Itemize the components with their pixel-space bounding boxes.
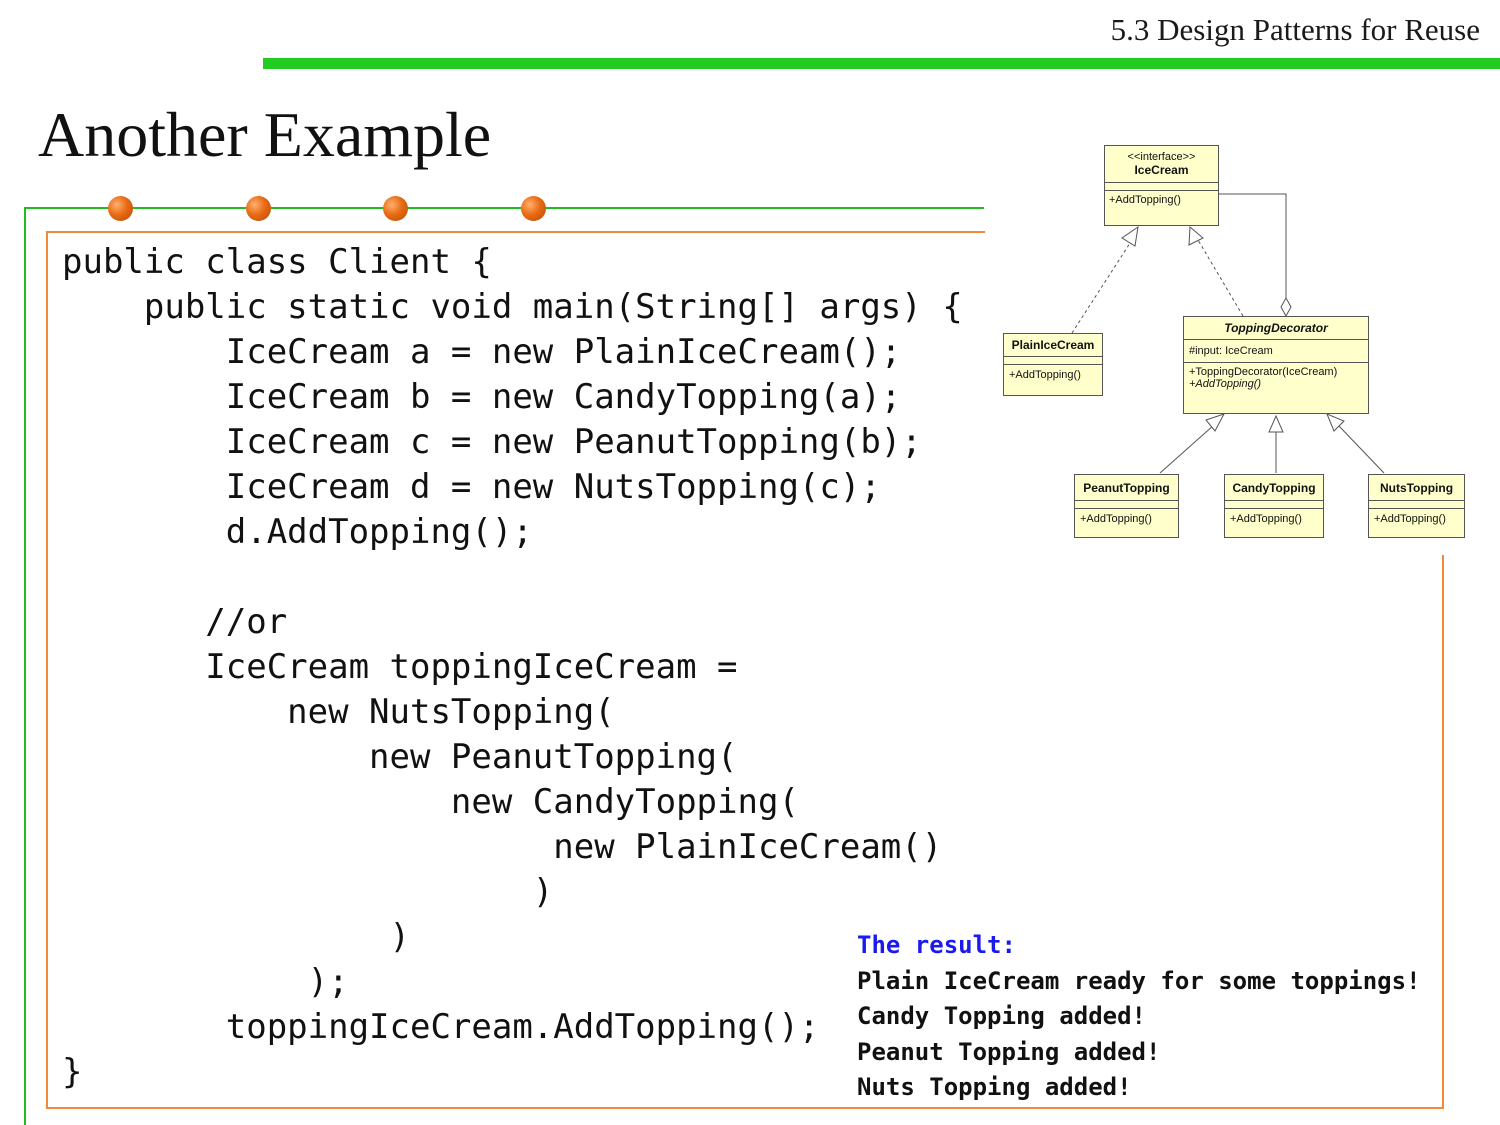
code-line: IceCream toppingIceCream =: [62, 647, 738, 687]
uml-attr-section: [1105, 182, 1218, 190]
result-output: The result: Plain IceCream ready for som…: [857, 928, 1421, 1106]
uml-attribute: #input: IceCream: [1184, 339, 1368, 362]
uml-attr-section: [1004, 356, 1102, 364]
result-line: Peanut Topping added!: [857, 1037, 1161, 1066]
uml-method: +AddTopping(): [1075, 508, 1178, 529]
code-line: new PlainIceCream(): [62, 827, 943, 867]
code-line: );: [62, 962, 349, 1002]
code-line: new PeanutTopping(: [62, 737, 738, 777]
uml-stereotype: <<interface>>: [1127, 151, 1196, 163]
result-line: Nuts Topping added!: [857, 1073, 1132, 1101]
uml-class-nuts: NutsTopping +AddTopping(): [1368, 474, 1465, 538]
uml-method: +AddTopping(): [1225, 508, 1323, 529]
uml-class-plain: PlainIceCream +AddTopping(): [1003, 333, 1103, 396]
uml-class-name: CandyTopping: [1232, 481, 1316, 495]
uml-class-name: IceCream: [1134, 163, 1189, 177]
code-line: ): [62, 872, 554, 912]
code-line: toppingIceCream.AddTopping();: [62, 1007, 820, 1047]
uml-class-name: PeanutTopping: [1083, 481, 1170, 495]
code-line: }: [62, 1052, 83, 1092]
code-line: //or: [62, 602, 288, 642]
uml-class-name: PlainIceCream: [1011, 338, 1095, 352]
uml-class-name: ToppingDecorator: [1224, 321, 1328, 335]
uml-attr-section: [1225, 500, 1323, 508]
uml-class-peanut: PeanutTopping +AddTopping(): [1074, 474, 1179, 538]
uml-attr-section: [1075, 500, 1178, 508]
result-line: Plain IceCream ready for some toppings!: [857, 966, 1421, 995]
uml-method: +AddTopping(): [1105, 190, 1218, 209]
uml-method: +AddTopping(): [1369, 508, 1464, 529]
uml-class-icecream: <<interface>> IceCream +AddTopping(): [1104, 145, 1219, 226]
uml-class-candy: CandyTopping +AddTopping(): [1224, 474, 1324, 538]
result-header: The result:: [857, 931, 1016, 959]
uml-method: +AddTopping(): [1004, 364, 1102, 385]
uml-class-name: NutsTopping: [1379, 481, 1454, 495]
code-line: ): [62, 917, 410, 957]
uml-class-decorator: ToppingDecorator #input: IceCream +Toppi…: [1183, 316, 1369, 414]
result-line: Candy Topping added!: [857, 1002, 1146, 1030]
code-line: new CandyTopping(: [62, 782, 799, 822]
uml-attr-section: [1369, 500, 1464, 508]
code-line: new NutsTopping(: [62, 692, 615, 732]
uml-method: +AddTopping(): [1189, 378, 1262, 390]
uml-method: +ToppingDecorator(IceCream): [1184, 362, 1368, 378]
